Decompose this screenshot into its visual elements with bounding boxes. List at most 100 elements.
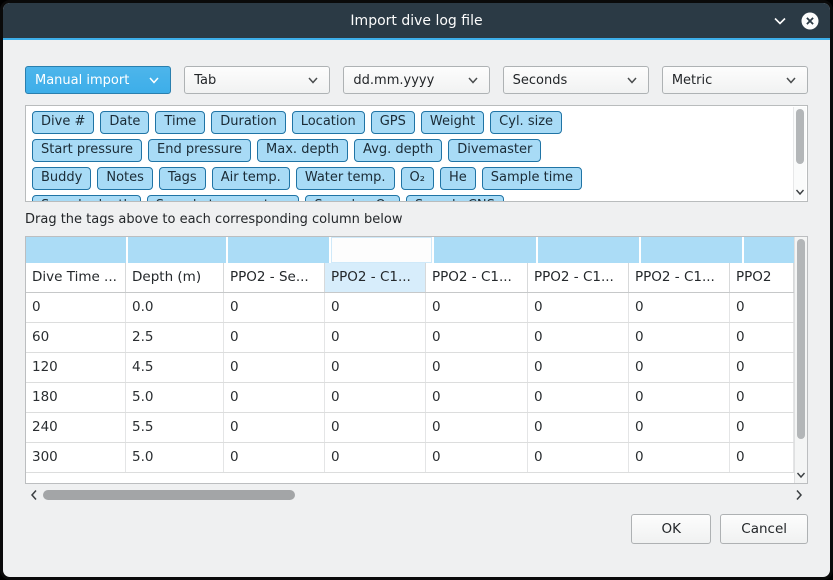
table-row: 3005.0000000 xyxy=(26,443,794,473)
drag-tag[interactable]: Divemaster xyxy=(448,139,541,162)
table-cell: 0 xyxy=(629,413,730,442)
table-cell: 0 xyxy=(629,293,730,322)
drag-tag[interactable]: Sample depth xyxy=(32,195,141,201)
cancel-button[interactable]: Cancel xyxy=(720,514,808,544)
drag-tag[interactable]: Dive # xyxy=(32,111,94,134)
table-cell: 0 xyxy=(528,383,629,412)
table-cell: 0 xyxy=(528,353,629,382)
drag-tag[interactable]: Sample CNS xyxy=(406,195,504,201)
scrollbar-thumb[interactable] xyxy=(796,109,804,164)
combo-label: Seconds xyxy=(513,73,568,88)
drag-tag[interactable]: Duration xyxy=(211,111,285,134)
table-cell: 0 xyxy=(224,293,325,322)
drag-tag[interactable]: Water temp. xyxy=(296,167,395,190)
table-cell: 0 xyxy=(426,293,528,322)
column-dropzone[interactable] xyxy=(128,237,226,263)
drag-tag[interactable]: O₂ xyxy=(401,167,434,190)
table-cell: 0 xyxy=(426,413,528,442)
table-vscrollbar[interactable] xyxy=(794,237,807,483)
dialog-content: Manual import Tab dd.mm.yyyy Seconds xyxy=(3,40,830,577)
column-dropzone[interactable] xyxy=(641,237,742,263)
drag-tag[interactable]: Sample pO₂ xyxy=(305,195,400,201)
table-cell: 0 xyxy=(730,323,794,352)
table-cell: 0 xyxy=(325,443,426,472)
drag-tag[interactable]: Tags xyxy=(159,167,206,190)
import-mode-select[interactable]: Manual import xyxy=(25,66,171,94)
chevron-down-icon xyxy=(784,73,798,87)
close-button[interactable] xyxy=(800,11,820,31)
dialog-buttons: OK Cancel xyxy=(25,514,808,544)
field-separator-select[interactable]: Tab xyxy=(184,66,330,94)
drag-tag[interactable]: Cyl. size xyxy=(490,111,562,134)
table-cell: 0 xyxy=(325,323,426,352)
column-dropzone[interactable] xyxy=(434,237,536,263)
table-columns-area: Dive Time ...Depth (m)PPO2 - Se...PPO2 -… xyxy=(26,237,794,483)
table-row: 00.0000000 xyxy=(26,293,794,323)
table-cell: 0 xyxy=(730,413,794,442)
preview-table: Dive Time ...Depth (m)PPO2 - Se...PPO2 -… xyxy=(25,236,808,484)
table-cell: 0 xyxy=(730,383,794,412)
chevron-left-icon xyxy=(30,489,38,501)
column-dropzone[interactable] xyxy=(228,237,329,263)
drag-tag[interactable]: End pressure xyxy=(148,139,251,162)
column-dropzone[interactable] xyxy=(744,237,794,263)
chevron-down-icon xyxy=(772,13,788,29)
date-format-select[interactable]: dd.mm.yyyy xyxy=(343,66,489,94)
table-cell: 180 xyxy=(26,383,126,412)
drag-tag[interactable]: Sample temperature xyxy=(147,195,300,201)
drag-tag[interactable]: Max. depth xyxy=(257,139,348,162)
dropzone-row xyxy=(26,237,794,263)
drag-tag[interactable]: GPS xyxy=(371,111,415,134)
tags-scrollbar[interactable] xyxy=(793,107,806,200)
table-cell: 0 xyxy=(325,293,426,322)
table-cell: 0 xyxy=(629,353,730,382)
drag-tag[interactable]: Buddy xyxy=(32,167,91,190)
drag-tag[interactable]: Location xyxy=(292,111,365,134)
units-select[interactable]: Metric xyxy=(662,66,808,94)
table-hscrollbar[interactable] xyxy=(25,487,808,503)
duration-format-select[interactable]: Seconds xyxy=(503,66,649,94)
chevron-down-icon xyxy=(795,188,805,196)
table-cell: 0 xyxy=(528,413,629,442)
ok-button[interactable]: OK xyxy=(631,514,711,544)
scroll-down-button[interactable] xyxy=(795,468,807,482)
column-dropzone[interactable] xyxy=(538,237,639,263)
combo-label: Tab xyxy=(194,73,216,88)
table-cell: 4.5 xyxy=(126,353,224,382)
drag-tag[interactable]: Date xyxy=(100,111,149,134)
scroll-down-button[interactable] xyxy=(794,185,806,199)
column-dropzone[interactable] xyxy=(331,237,432,263)
column-header: PPO2 - C1... xyxy=(325,263,426,292)
drag-tag[interactable]: Air temp. xyxy=(212,167,290,190)
drag-tag[interactable]: Notes xyxy=(97,167,153,190)
table-cell: 0.0 xyxy=(126,293,224,322)
table-cell: 0 xyxy=(325,353,426,382)
tag-row: Dive # Date Time Duration Location GPS Weight C… xyxy=(32,111,801,134)
scroll-right-button[interactable] xyxy=(792,487,806,503)
drag-tag[interactable]: Start pressure xyxy=(32,139,142,162)
table-cell: 5.5 xyxy=(126,413,224,442)
scroll-left-button[interactable] xyxy=(27,487,41,503)
table-cell: 0 xyxy=(629,383,730,412)
window-title: Import dive log file xyxy=(350,13,482,29)
chevron-right-icon xyxy=(795,489,803,501)
chevron-down-icon xyxy=(796,471,806,479)
table-cell: 120 xyxy=(26,353,126,382)
column-header: PPO2 - C1... xyxy=(528,263,629,292)
drag-tag[interactable]: He xyxy=(440,167,476,190)
column-dropzone[interactable] xyxy=(26,237,126,263)
shade-button[interactable] xyxy=(772,13,788,29)
drag-tag[interactable]: Weight xyxy=(421,111,484,134)
import-options-row: Manual import Tab dd.mm.yyyy Seconds xyxy=(25,66,808,94)
drag-tag[interactable]: Sample time xyxy=(482,167,582,190)
scrollbar-thumb[interactable] xyxy=(797,239,805,439)
table-row: 1204.5000000 xyxy=(26,353,794,383)
close-icon xyxy=(800,11,820,31)
column-header: PPO2 - C1... xyxy=(426,263,528,292)
drag-tag[interactable]: Avg. depth xyxy=(354,139,442,162)
drag-tag[interactable]: Time xyxy=(155,111,205,134)
table-row: 602.5000000 xyxy=(26,323,794,353)
scrollbar-thumb[interactable] xyxy=(43,490,295,500)
titlebar: Import dive log file xyxy=(3,3,830,38)
tag-rows: Dive # Date Time Duration Location GPS Weight C… xyxy=(26,106,807,201)
